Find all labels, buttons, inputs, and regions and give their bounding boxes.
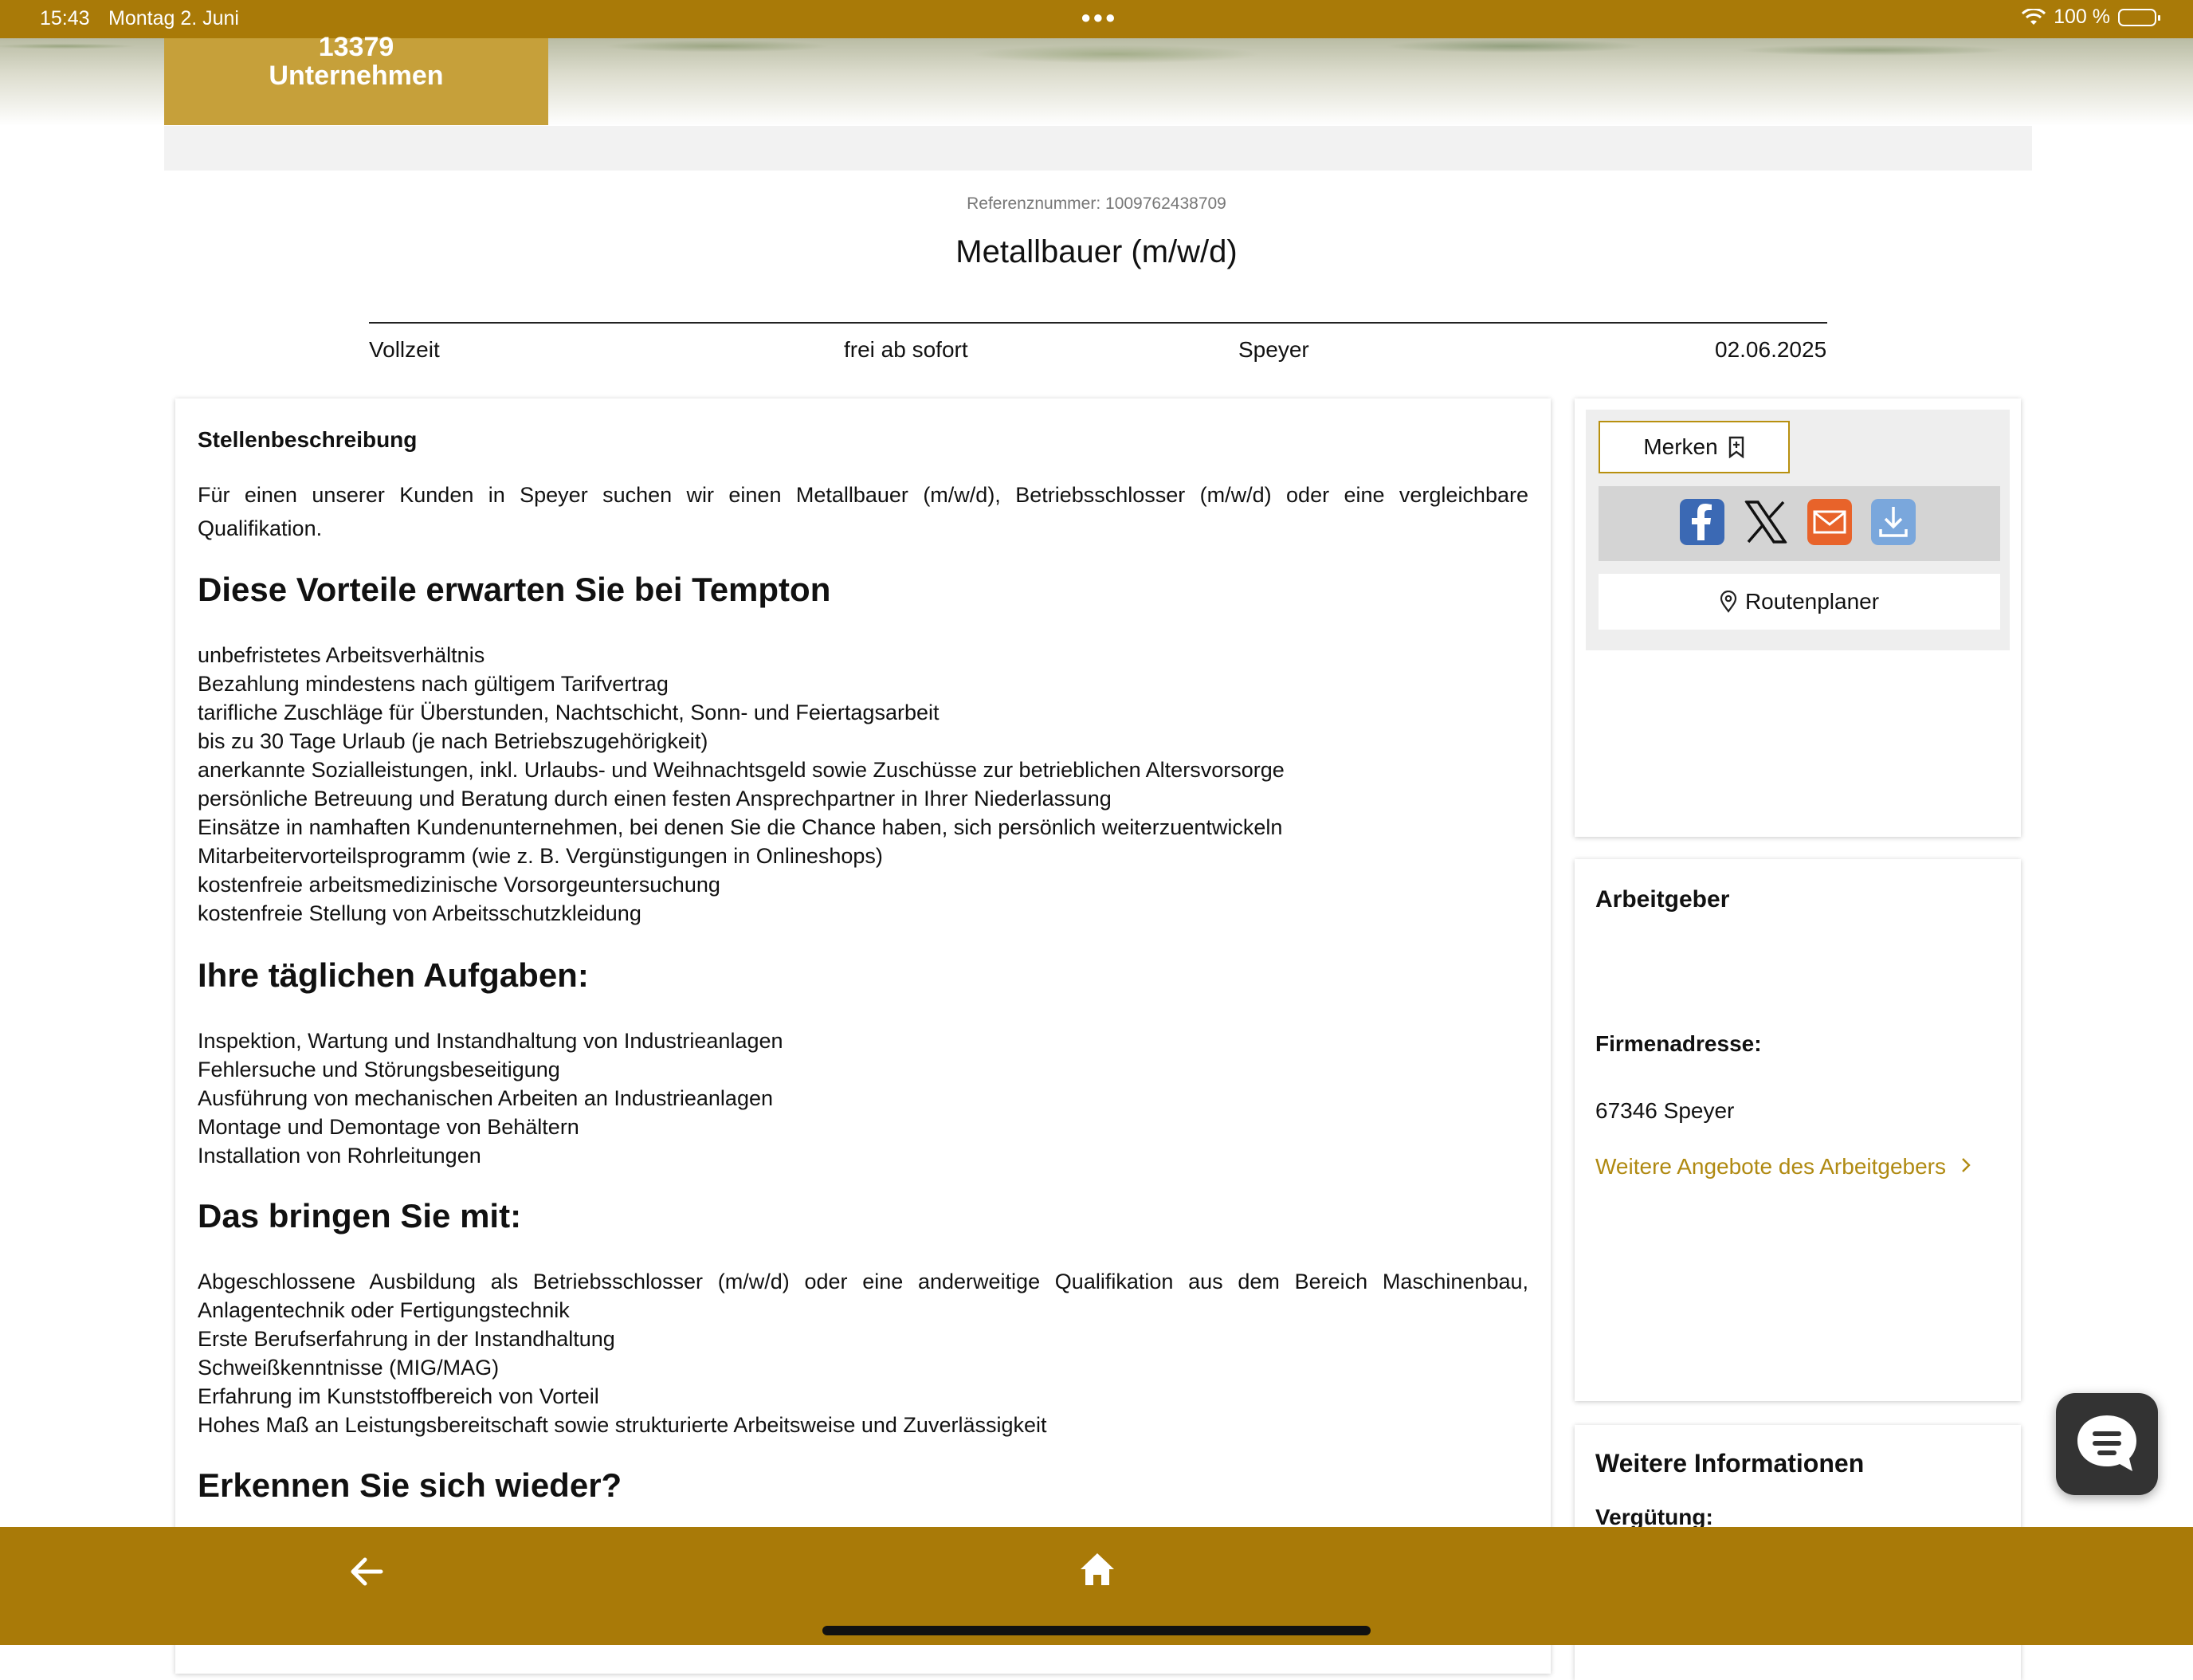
list-item: anerkannte Sozialleistungen, inkl. Urlau…	[198, 758, 1285, 782]
email-icon[interactable]	[1807, 499, 1852, 545]
location-pin-icon	[1720, 591, 1737, 613]
list-item: Erfahrung im Kunststoffbereich von Vorte…	[198, 1384, 599, 1408]
facebook-icon[interactable]	[1680, 499, 1724, 545]
job-title: Metallbauer (m/w/d)	[955, 234, 1238, 269]
address-label: Firmenadresse:	[1595, 1031, 1762, 1056]
download-icon[interactable]	[1871, 499, 1916, 545]
share-row	[1599, 486, 2000, 561]
benefits-heading: Diese Vorteile erwarten Sie bei Tempton	[198, 571, 831, 608]
description-intro: Für einen unserer Kunden in Speyer suche…	[198, 483, 1528, 540]
list-item: unbefristetes Arbeitsverhältnis	[198, 643, 485, 667]
battery-percent: 100 %	[2054, 6, 2110, 28]
list-item: persönliche Betreuung und Beratung durch…	[198, 787, 1112, 811]
list-item: kostenfreie arbeitsmedizinische Vorsorge…	[198, 873, 720, 897]
list-item: Installation von Rohrleitungen	[198, 1144, 481, 1168]
list-item: Bezahlung mindestens nach gültigem Tarif…	[198, 672, 669, 696]
more-offers-link[interactable]: Weitere Angebote des Arbeitgebers	[1595, 1154, 1971, 1180]
actions-panel: Merken Routenplaner	[1586, 410, 2010, 650]
list-item: bis zu 30 Tage Urlaub (je nach Betriebsz…	[198, 729, 708, 753]
job-date: 02.06.2025	[1715, 337, 1827, 362]
bookmark-button[interactable]: Merken	[1599, 421, 1790, 473]
wifi-icon	[2022, 8, 2046, 25]
more-offers-label: Weitere Angebote des Arbeitgebers	[1595, 1154, 1947, 1179]
list-item: kostenfreie Stellung von Arbeitsschutzkl…	[198, 901, 641, 925]
company-count-box[interactable]: 13379 Unternehmen	[164, 32, 548, 125]
actions-card: Merken Routenplaner	[1575, 398, 2021, 837]
route-planner-button[interactable]: Routenplaner	[1599, 574, 2000, 630]
x-icon[interactable]	[1744, 499, 1788, 545]
status-time: 15:43	[40, 7, 90, 29]
employer-address: 67346 Speyer	[1595, 1098, 1735, 1123]
battery-icon	[2118, 8, 2160, 26]
employer-heading: Arbeitgeber	[1595, 886, 1730, 913]
tasks-heading: Ihre täglichen Aufgaben:	[198, 956, 589, 994]
header-strip	[164, 126, 2032, 171]
back-arrow-icon[interactable]	[346, 1551, 387, 1592]
company-count: 13379	[318, 32, 394, 62]
list-item: Montage und Demontage von Behältern	[198, 1115, 579, 1139]
more-info-heading: Weitere Informationen	[1595, 1449, 1865, 1478]
requirements-heading: Das bringen Sie mit:	[198, 1197, 522, 1234]
employer-card: Arbeitgeber Firmenadresse: 67346 Speyer …	[1575, 859, 2021, 1401]
chat-button[interactable]	[2056, 1393, 2158, 1495]
title-divider	[369, 322, 1827, 324]
description-label: Stellenbeschreibung	[198, 427, 418, 452]
job-description-card: Stellenbeschreibung Für einen unserer Ku…	[175, 398, 1551, 1674]
chat-icon	[2077, 1415, 2136, 1471]
tasks-list: Inspektion, Wartung und Instandhaltung v…	[198, 1026, 1528, 1170]
list-item: Fehlersuche und Störungsbeseitigung	[198, 1058, 560, 1081]
reference-number: Referenznummer: 1009762438709	[967, 194, 1226, 213]
list-item: Hohes Maß an Leistungsbereitschaft sowie…	[198, 1413, 1047, 1437]
list-item: Ausführung von mechanischen Arbeiten an …	[198, 1086, 773, 1110]
chevron-right-icon	[1961, 1158, 1971, 1172]
bottom-nav-bar	[0, 1527, 2193, 1645]
route-planner-label: Routenplaner	[1744, 589, 1880, 614]
benefits-list: unbefristetes Arbeitsverhältnis Bezahlun…	[198, 641, 1528, 928]
availability: frei ab sofort	[844, 337, 968, 362]
list-item: Schweißkenntnisse (MIG/MAG)	[198, 1356, 500, 1380]
list-item: Einsätze in namhaften Kundenunternehmen,…	[198, 815, 1283, 839]
employment-type: Vollzeit	[369, 337, 440, 362]
list-item: Mitarbeitervorteilsprogramm (wie z. B. V…	[198, 844, 883, 868]
status-right: 100 %	[2022, 6, 2160, 29]
list-item: Abgeschlossene Ausbildung als Betriebssc…	[198, 1270, 1528, 1322]
bookmark-label: Merken	[1643, 434, 1718, 459]
company-count-label: Unternehmen	[269, 61, 444, 91]
home-icon[interactable]	[1077, 1549, 1117, 1589]
list-item: tarifliche Zuschläge für Überstunden, Na…	[198, 701, 940, 724]
status-date: Montag 2. Juni	[108, 7, 239, 29]
bookmark-icon	[1728, 436, 1744, 458]
list-item: Inspektion, Wartung und Instandhaltung v…	[198, 1029, 783, 1053]
multitasking-dots-icon[interactable]: ●●●	[1081, 7, 1117, 28]
requirements-list: Abgeschlossene Ausbildung als Betriebssc…	[198, 1267, 1528, 1439]
list-item: Erste Berufserfahrung in der Instandhalt…	[198, 1327, 615, 1351]
job-location: Speyer	[1238, 337, 1309, 362]
home-indicator[interactable]	[822, 1626, 1371, 1635]
closing-heading: Erkennen Sie sich wieder?	[198, 1466, 622, 1504]
